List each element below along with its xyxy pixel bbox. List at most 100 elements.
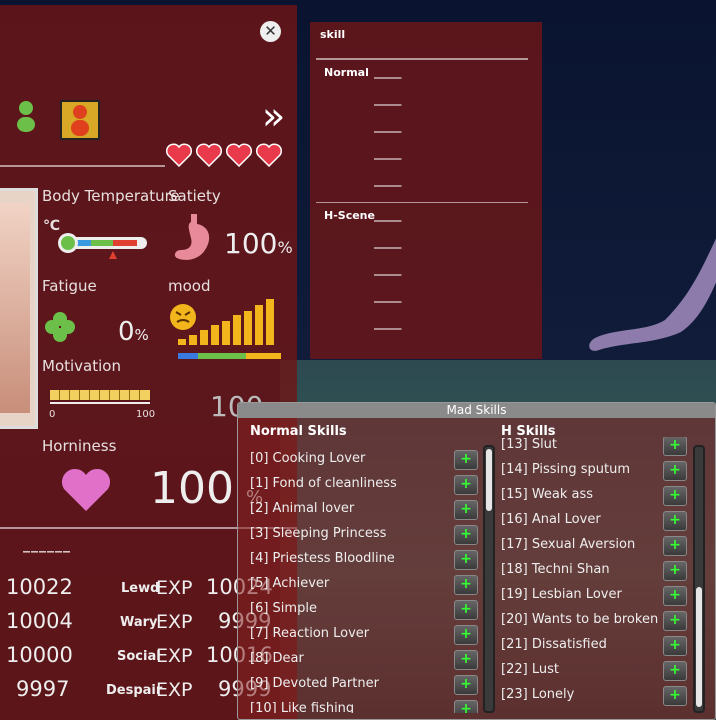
despair-exp-name: Despair: [106, 683, 163, 698]
skill-name: [13] Slut: [501, 437, 558, 452]
add-skill-button[interactable]: +: [663, 661, 687, 681]
skill-name: [2] Animal lover: [250, 501, 355, 516]
fatigue-label: Fatigue: [42, 277, 97, 295]
skill-row: [16] Anal Lover +: [501, 508, 691, 533]
skill-name: [6] Simple: [250, 601, 317, 616]
skill-row: [22] Lust +: [501, 658, 691, 683]
satiety-unit: %: [277, 238, 293, 257]
add-skill-button[interactable]: +: [663, 511, 687, 531]
heart-icon: [166, 143, 192, 167]
add-skill-button[interactable]: +: [454, 475, 478, 495]
add-skill-button[interactable]: +: [663, 461, 687, 481]
hscene-slot: _____: [374, 236, 402, 249]
add-skill-button[interactable]: +: [454, 525, 478, 545]
skill-row: [10] Like fishing +: [250, 697, 478, 713]
close-button[interactable]: ✕: [260, 21, 281, 42]
add-skill-button[interactable]: +: [454, 700, 478, 713]
skill-row: [21] Dissatisfied +: [501, 633, 691, 658]
skill-row: [3] Sleeping Princess +: [250, 522, 478, 547]
skill-name: [18] Techni Shan: [501, 562, 610, 577]
skill-row: [9] Devoted Partner +: [250, 672, 478, 697]
wary-exp-name: Wary: [120, 615, 158, 630]
add-skill-button[interactable]: +: [663, 636, 687, 656]
horniness-number: 100: [150, 463, 234, 514]
lewd-exp-name: Lewd: [121, 581, 160, 596]
normal-slot: _____: [374, 66, 402, 79]
normal-section-label: Normal: [324, 66, 369, 79]
add-skill-button[interactable]: +: [663, 561, 687, 581]
skill-name: [16] Anal Lover: [501, 512, 601, 527]
background-character-arm: [589, 238, 716, 351]
add-skill-button[interactable]: +: [454, 675, 478, 695]
mood-label: mood: [168, 277, 211, 295]
skill-row: [8] Dear +: [250, 647, 478, 672]
add-skill-button[interactable]: +: [454, 500, 478, 520]
mad-skills-window: Mad Skills Normal Skills H Skills [0] Co…: [237, 402, 716, 720]
add-skill-button[interactable]: +: [454, 650, 478, 670]
divider: [316, 58, 528, 60]
h-skills-list[interactable]: [13] Slut + [14] Pissing sputum + [15] Wea…: [501, 437, 691, 713]
skill-row: [0] Cooking Lover +: [250, 447, 478, 472]
hscene-slot: _____: [374, 209, 402, 222]
skill-name: [4] Priestess Bloodline: [250, 551, 395, 566]
skill-row: [20] Wants to be broken +: [501, 608, 691, 633]
skill-row: [1] Fond of cleanliness +: [250, 472, 478, 497]
divider: [0, 165, 165, 167]
skill-row: [5] Achiever +: [250, 572, 478, 597]
skill-row: [13] Slut +: [501, 437, 691, 458]
motivation-min: 0: [49, 409, 56, 420]
skill-panel: skill Normal _____ _____ _____ _____ ___…: [310, 22, 542, 359]
skill-name: [7] Reaction Lover: [250, 626, 370, 641]
hscene-slot: _____: [374, 290, 402, 303]
h-skills-scrollbar[interactable]: [693, 445, 705, 713]
add-skill-button[interactable]: +: [663, 536, 687, 556]
skill-name: [0] Cooking Lover: [250, 451, 366, 466]
scrollbar-thumb[interactable]: [696, 587, 702, 707]
mad-skills-title: Mad Skills: [238, 403, 715, 418]
heart-icon: [256, 143, 282, 167]
satiety-value: 100%: [224, 227, 293, 260]
hscene-section-label: H-Scene: [324, 209, 375, 222]
skill-name: [3] Sleeping Princess: [250, 526, 387, 541]
portrait-image: [0, 203, 30, 413]
skill-name: [10] Like fishing: [250, 701, 355, 713]
motivation-max: 100: [136, 409, 156, 420]
red-person-icon[interactable]: [60, 100, 100, 140]
exp-label: EXP: [156, 611, 193, 633]
exp-label: EXP: [156, 679, 193, 701]
skill-row: [6] Simple +: [250, 597, 478, 622]
skill-row: [2] Animal lover +: [250, 497, 478, 522]
skill-name: [17] Sexual Aversion: [501, 537, 636, 552]
thermometer-icon: [58, 233, 147, 259]
scrollbar-thumb[interactable]: [486, 449, 492, 511]
add-skill-button[interactable]: +: [663, 686, 687, 706]
fatigue-unit: %: [134, 326, 149, 344]
normal-skills-list[interactable]: [0] Cooking Lover + [1] Fond of cleanline…: [250, 443, 482, 713]
add-skill-button[interactable]: +: [454, 550, 478, 570]
add-skill-button[interactable]: +: [454, 600, 478, 620]
skill-name: [23] Lonely: [501, 687, 575, 702]
normal-skills-scrollbar[interactable]: [483, 445, 495, 713]
next-arrow-icon[interactable]: »: [262, 97, 285, 135]
skill-name: [19] Lesbian Lover: [501, 587, 622, 602]
divider: [316, 202, 528, 203]
skill-row: [14] Pissing sputum +: [501, 458, 691, 483]
stomach-icon: [174, 214, 210, 260]
skill-name: [1] Fond of cleanliness: [250, 476, 397, 491]
skill-name: [22] Lust: [501, 662, 559, 677]
skill-name: [20] Wants to be broken: [501, 612, 659, 627]
add-skill-button[interactable]: +: [454, 625, 478, 645]
add-skill-button[interactable]: +: [663, 611, 687, 631]
green-person-icon[interactable]: [14, 100, 38, 134]
add-skill-button[interactable]: +: [663, 486, 687, 506]
add-skill-button[interactable]: +: [454, 450, 478, 470]
skill-row: [17] Sexual Aversion +: [501, 533, 691, 558]
skill-row: [15] Weak ass +: [501, 483, 691, 508]
satiety-label: Satiety: [168, 187, 221, 205]
add-skill-button[interactable]: +: [454, 575, 478, 595]
pink-heart-icon: [61, 468, 111, 511]
add-skill-button[interactable]: +: [663, 586, 687, 606]
skill-name: [14] Pissing sputum: [501, 462, 631, 477]
stat-value: 10004: [6, 609, 73, 633]
add-skill-button[interactable]: +: [663, 437, 687, 456]
